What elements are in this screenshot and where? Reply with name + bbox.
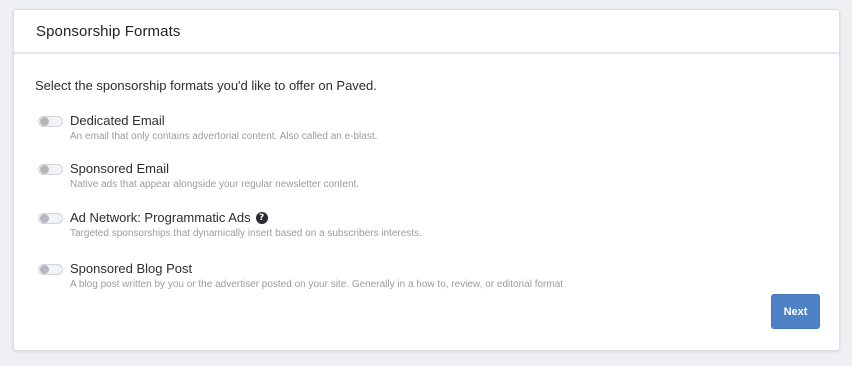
question-circle-icon[interactable]: ? [255, 211, 268, 224]
sponsorship-formats-card: Sponsorship Formats Select the sponsorsh… [13, 9, 840, 351]
ad-network-toggle[interactable] [38, 213, 63, 224]
option-title: Ad Network: Programmatic Ads [70, 210, 251, 225]
option-description: Targeted sponsorships that dynamically i… [70, 228, 422, 239]
option-description: Native ads that appear alongside your re… [70, 179, 360, 190]
toggle-knob [40, 214, 49, 223]
next-button[interactable]: Next [771, 294, 820, 329]
sponsored-blog-post-toggle[interactable] [38, 264, 63, 275]
option-title-row: Ad Network: Programmatic Ads ? [70, 210, 268, 225]
dedicated-email-toggle[interactable] [38, 116, 63, 127]
option-description: A blog post written by you or the advert… [70, 279, 564, 290]
intro-text: Select the sponsorship formats you'd lik… [35, 78, 377, 93]
card-title: Sponsorship Formats [36, 22, 181, 40]
option-title: Sponsored Email [70, 161, 169, 176]
toggle-knob [40, 165, 49, 174]
option-description: An email that only contains advertorial … [70, 131, 378, 142]
sponsored-email-toggle[interactable] [38, 164, 63, 175]
option-title: Sponsored Blog Post [70, 261, 193, 276]
toggle-knob [40, 265, 49, 274]
toggle-knob [40, 117, 49, 126]
card-header: Sponsorship Formats [14, 10, 839, 54]
option-title: Dedicated Email [70, 113, 165, 128]
